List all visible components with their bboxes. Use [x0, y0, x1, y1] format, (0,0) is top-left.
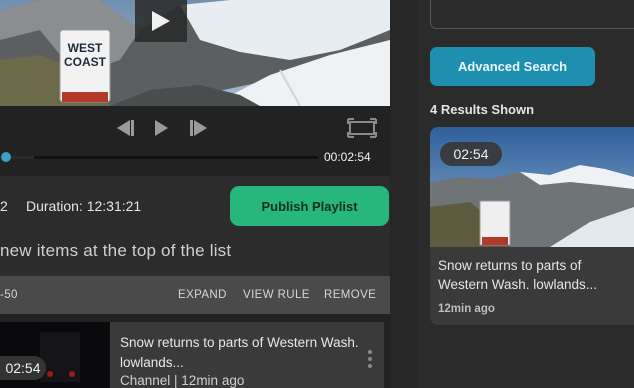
progress-bar[interactable] [4, 156, 318, 159]
list-item-subtitle: Channel | 12min ago [120, 373, 245, 388]
search-panel: Advanced Search 4 Results Shown 02:54 Sn… [418, 0, 634, 388]
item-count-fragment: 2 [0, 198, 8, 214]
truck-sign-line1: WEST [68, 41, 103, 55]
expand-button[interactable]: EXPAND [178, 289, 227, 301]
list-item-title: Snow returns to parts of Western Wash. l… [120, 335, 359, 370]
playlist-duration: Duration: 12:31:21 [26, 198, 142, 214]
list-item[interactable]: 02:54 Snow returns to parts of Western W… [0, 314, 390, 388]
list-header-range: -50 [0, 289, 18, 301]
skip-back-icon[interactable] [115, 119, 135, 137]
video-player[interactable]: WEST COAST [0, 0, 390, 106]
more-options-icon[interactable] [368, 350, 374, 372]
skip-forward-icon[interactable] [189, 119, 209, 137]
play-icon[interactable] [153, 119, 169, 137]
remove-button[interactable]: REMOVE [324, 289, 376, 301]
play-icon [152, 11, 170, 31]
results-count: 4 Results Shown [430, 102, 535, 117]
current-time: 00:02:54 [324, 150, 371, 164]
list-order-hint: new items at the top of the list [0, 241, 232, 260]
publish-playlist-button[interactable]: Publish Playlist [230, 186, 389, 226]
fullscreen-icon[interactable] [347, 118, 377, 138]
view-rule-button[interactable]: VIEW RULE [243, 289, 310, 301]
list-item-thumbnail: 02:54 [0, 322, 110, 388]
advanced-search-button[interactable]: Advanced Search [430, 47, 595, 86]
list-header: -50 EXPAND VIEW RULE REMOVE [0, 276, 390, 314]
truck-sign-line2: COAST [64, 55, 107, 69]
list-item-duration-badge: 02:54 [0, 356, 46, 380]
result-card-age: 12min ago [438, 303, 495, 315]
playlist-editor: WEST COAST 00:02:54 2 Duration: 12:31:21… [0, 0, 390, 388]
video-frame: WEST COAST [0, 0, 390, 106]
result-card-thumbnail: 02:54 [430, 127, 634, 247]
result-card-title: Snow returns to parts of Western Wash. l… [438, 258, 598, 292]
result-card[interactable]: 02:54 Snow returns to parts of Western W… [430, 127, 634, 325]
result-card-duration-badge: 02:54 [440, 142, 502, 166]
panel-divider [390, 0, 418, 388]
play-overlay-button[interactable] [135, 0, 187, 42]
playlist-meta: 2 Duration: 12:31:21 [0, 198, 141, 214]
player-controls [0, 106, 390, 176]
progress-handle[interactable] [1, 152, 11, 162]
search-input[interactable] [430, 0, 634, 29]
